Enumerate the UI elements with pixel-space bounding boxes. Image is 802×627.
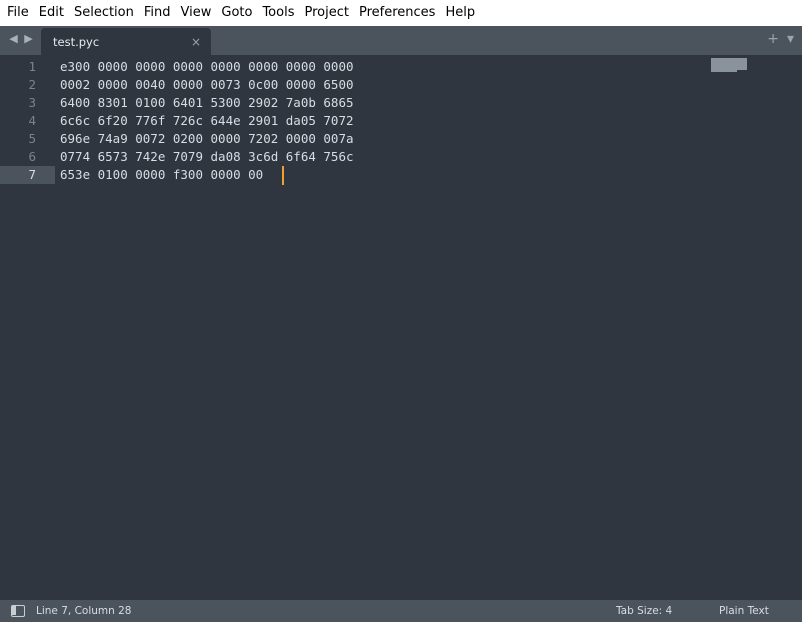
line-text[interactable]: 0002 0000 0040 0000 0073 0c00 0000 6500 <box>60 76 354 94</box>
menu-edit[interactable]: Edit <box>34 0 69 26</box>
code-line: 5 696e 74a9 0072 0200 0000 7202 0000 007… <box>0 130 802 148</box>
bottom-edge <box>0 622 802 627</box>
menu-bar: File Edit Selection Find View Goto Tools… <box>0 0 802 26</box>
menu-help[interactable]: Help <box>440 0 480 26</box>
editor-area[interactable]: 1 e300 0000 0000 0000 0000 0000 0000 000… <box>0 56 802 600</box>
line-text[interactable]: 6c6c 6f20 776f 726c 644e 2901 da05 7072 <box>60 112 354 130</box>
menu-preferences[interactable]: Preferences <box>354 0 440 26</box>
line-text[interactable]: e300 0000 0000 0000 0000 0000 0000 0000 <box>60 58 354 76</box>
status-bar: Line 7, Column 28 Tab Size: 4 Plain Text <box>0 600 802 622</box>
menu-find[interactable]: Find <box>139 0 176 26</box>
code-line-current: 7 653e 0100 0000 f300 0000 00 <box>0 166 802 184</box>
menu-file[interactable]: File <box>2 0 34 26</box>
minimap[interactable] <box>711 58 747 72</box>
line-number: 2 <box>28 77 36 92</box>
code-line: 1 e300 0000 0000 0000 0000 0000 0000 000… <box>0 58 802 76</box>
tab-nav: ◀ ▶ <box>8 32 34 46</box>
cursor-position[interactable]: Line 7, Column 28 <box>36 605 131 617</box>
menu-tools[interactable]: Tools <box>257 0 299 26</box>
back-arrow-icon[interactable]: ◀ <box>8 32 19 46</box>
tabbar-controls: + ▾ <box>767 31 794 47</box>
line-number: 6 <box>28 149 36 164</box>
sidebar-toggle-icon[interactable] <box>11 605 25 617</box>
chevron-down-icon[interactable]: ▾ <box>787 31 794 47</box>
line-number: 5 <box>28 131 36 146</box>
tab-title: test.pyc <box>53 35 100 49</box>
plus-icon[interactable]: + <box>767 31 779 47</box>
line-text[interactable]: 0774 6573 742e 7079 da08 3c6d 6f64 756c <box>60 148 354 166</box>
menu-goto[interactable]: Goto <box>216 0 257 26</box>
line-text[interactable]: 6400 8301 0100 6401 5300 2902 7a0b 6865 <box>60 94 354 112</box>
code-line: 2 0002 0000 0040 0000 0073 0c00 0000 650… <box>0 76 802 94</box>
code-line: 4 6c6c 6f20 776f 726c 644e 2901 da05 707… <box>0 112 802 130</box>
menu-view[interactable]: View <box>176 0 217 26</box>
close-icon[interactable]: × <box>191 35 201 49</box>
line-number: 1 <box>28 59 36 74</box>
code-line: 6 0774 6573 742e 7079 da08 3c6d 6f64 756… <box>0 148 802 166</box>
code-line: 3 6400 8301 0100 6401 5300 2902 7a0b 686… <box>0 94 802 112</box>
tab-test-pyc[interactable]: test.pyc × <box>41 28 211 56</box>
tab-size-indicator[interactable]: Tab Size: 4 <box>616 605 672 617</box>
syntax-indicator[interactable]: Plain Text <box>719 605 769 617</box>
line-number: 7 <box>28 167 36 182</box>
menu-selection[interactable]: Selection <box>69 0 139 26</box>
forward-arrow-icon[interactable]: ▶ <box>23 32 34 46</box>
line-number: 4 <box>28 113 36 128</box>
tab-bar: ◀ ▶ test.pyc × + ▾ <box>0 26 802 56</box>
line-text[interactable]: 696e 74a9 0072 0200 0000 7202 0000 007a <box>60 130 354 148</box>
line-number: 3 <box>28 95 36 110</box>
text-cursor <box>282 166 284 185</box>
menu-project[interactable]: Project <box>299 0 353 26</box>
line-text[interactable]: 653e 0100 0000 f300 0000 00 <box>60 166 263 184</box>
